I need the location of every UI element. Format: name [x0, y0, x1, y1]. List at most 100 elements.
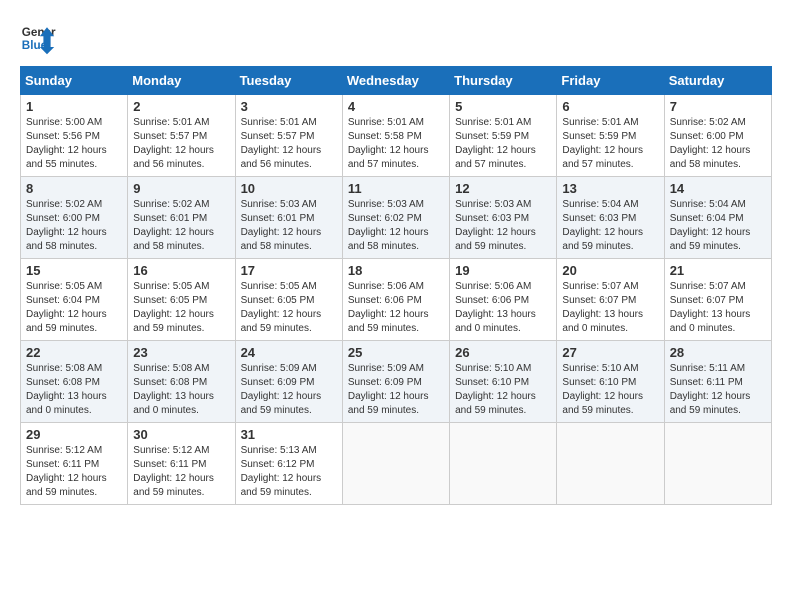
day-info: Sunrise: 5:01 AM Sunset: 5:57 PM Dayligh…	[241, 116, 337, 172]
day-info: Sunrise: 5:05 AM Sunset: 6:05 PM Dayligh…	[241, 280, 337, 336]
day-info: Sunrise: 5:02 AM Sunset: 6:00 PM Dayligh…	[26, 198, 122, 254]
calendar-cell: 18 Sunrise: 5:06 AM Sunset: 6:06 PM Dayli…	[342, 259, 449, 341]
day-number: 17	[241, 263, 337, 278]
day-number: 29	[26, 427, 122, 442]
day-info: Sunrise: 5:05 AM Sunset: 6:04 PM Dayligh…	[26, 280, 122, 336]
calendar-cell: 23 Sunrise: 5:08 AM Sunset: 6:08 PM Dayli…	[128, 341, 235, 423]
day-info: Sunrise: 5:04 AM Sunset: 6:04 PM Dayligh…	[670, 198, 766, 254]
logo: General Blue	[20, 20, 56, 56]
calendar-cell: 31 Sunrise: 5:13 AM Sunset: 6:12 PM Dayli…	[235, 423, 342, 505]
day-info: Sunrise: 5:05 AM Sunset: 6:05 PM Dayligh…	[133, 280, 229, 336]
calendar-cell: 27 Sunrise: 5:10 AM Sunset: 6:10 PM Dayli…	[557, 341, 664, 423]
day-info: Sunrise: 5:09 AM Sunset: 6:09 PM Dayligh…	[241, 362, 337, 418]
calendar-cell	[450, 423, 557, 505]
calendar-cell: 29 Sunrise: 5:12 AM Sunset: 6:11 PM Dayli…	[21, 423, 128, 505]
day-number: 10	[241, 181, 337, 196]
day-number: 25	[348, 345, 444, 360]
calendar-cell: 25 Sunrise: 5:09 AM Sunset: 6:09 PM Dayli…	[342, 341, 449, 423]
day-number: 21	[670, 263, 766, 278]
calendar-cell: 12Sunrise: 5:03 AM Sunset: 6:03 PM Dayli…	[450, 177, 557, 259]
calendar-table: SundayMondayTuesdayWednesdayThursdayFrid…	[20, 66, 772, 505]
day-info: Sunrise: 5:12 AM Sunset: 6:11 PM Dayligh…	[26, 444, 122, 500]
day-number: 31	[241, 427, 337, 442]
header-cell-thursday: Thursday	[450, 67, 557, 95]
calendar-cell: 20Sunrise: 5:07 AM Sunset: 6:07 PM Dayli…	[557, 259, 664, 341]
header-row: SundayMondayTuesdayWednesdayThursdayFrid…	[21, 67, 772, 95]
week-row-3: 22 Sunrise: 5:08 AM Sunset: 6:08 PM Dayli…	[21, 341, 772, 423]
calendar-cell: 15 Sunrise: 5:05 AM Sunset: 6:04 PM Dayli…	[21, 259, 128, 341]
calendar-cell: 17 Sunrise: 5:05 AM Sunset: 6:05 PM Dayli…	[235, 259, 342, 341]
day-info: Sunrise: 5:03 AM Sunset: 6:01 PM Dayligh…	[241, 198, 337, 254]
calendar-cell: 5 Sunrise: 5:01 AM Sunset: 5:59 PM Daylig…	[450, 95, 557, 177]
calendar-cell: 4 Sunrise: 5:01 AM Sunset: 5:58 PM Daylig…	[342, 95, 449, 177]
header-cell-monday: Monday	[128, 67, 235, 95]
day-info: Sunrise: 5:08 AM Sunset: 6:08 PM Dayligh…	[133, 362, 229, 418]
day-number: 8	[26, 181, 122, 196]
day-number: 27	[562, 345, 658, 360]
calendar-cell: 24 Sunrise: 5:09 AM Sunset: 6:09 PM Dayli…	[235, 341, 342, 423]
day-info: Sunrise: 5:10 AM Sunset: 6:10 PM Dayligh…	[455, 362, 551, 418]
day-info: Sunrise: 5:01 AM Sunset: 5:59 PM Dayligh…	[455, 116, 551, 172]
header-cell-tuesday: Tuesday	[235, 67, 342, 95]
day-info: Sunrise: 5:01 AM Sunset: 5:58 PM Dayligh…	[348, 116, 444, 172]
day-number: 6	[562, 99, 658, 114]
day-number: 24	[241, 345, 337, 360]
calendar-cell: 8 Sunrise: 5:02 AM Sunset: 6:00 PM Daylig…	[21, 177, 128, 259]
day-number: 7	[670, 99, 766, 114]
day-number: 2	[133, 99, 229, 114]
calendar-cell: 10 Sunrise: 5:03 AM Sunset: 6:01 PM Dayli…	[235, 177, 342, 259]
day-info: Sunrise: 5:13 AM Sunset: 6:12 PM Dayligh…	[241, 444, 337, 500]
day-number: 13	[562, 181, 658, 196]
calendar-cell: 22Sunrise: 5:08 AM Sunset: 6:08 PM Dayli…	[21, 341, 128, 423]
day-number: 12	[455, 181, 551, 196]
day-number: 19	[455, 263, 551, 278]
day-info: Sunrise: 5:10 AM Sunset: 6:10 PM Dayligh…	[562, 362, 658, 418]
day-number: 16	[133, 263, 229, 278]
day-info: Sunrise: 5:00 AM Sunset: 5:56 PM Dayligh…	[26, 116, 122, 172]
calendar-cell: 3 Sunrise: 5:01 AM Sunset: 5:57 PM Daylig…	[235, 95, 342, 177]
day-info: Sunrise: 5:01 AM Sunset: 5:57 PM Dayligh…	[133, 116, 229, 172]
day-number: 28	[670, 345, 766, 360]
day-info: Sunrise: 5:09 AM Sunset: 6:09 PM Dayligh…	[348, 362, 444, 418]
week-row-2: 15 Sunrise: 5:05 AM Sunset: 6:04 PM Dayli…	[21, 259, 772, 341]
calendar-cell: 30Sunrise: 5:12 AM Sunset: 6:11 PM Dayli…	[128, 423, 235, 505]
day-number: 22	[26, 345, 122, 360]
day-info: Sunrise: 5:02 AM Sunset: 6:00 PM Dayligh…	[670, 116, 766, 172]
day-number: 15	[26, 263, 122, 278]
day-info: Sunrise: 5:04 AM Sunset: 6:03 PM Dayligh…	[562, 198, 658, 254]
day-number: 4	[348, 99, 444, 114]
day-info: Sunrise: 5:11 AM Sunset: 6:11 PM Dayligh…	[670, 362, 766, 418]
calendar-cell: 16 Sunrise: 5:05 AM Sunset: 6:05 PM Dayli…	[128, 259, 235, 341]
header-cell-wednesday: Wednesday	[342, 67, 449, 95]
calendar-cell: 9 Sunrise: 5:02 AM Sunset: 6:01 PM Daylig…	[128, 177, 235, 259]
day-info: Sunrise: 5:06 AM Sunset: 6:06 PM Dayligh…	[348, 280, 444, 336]
calendar-cell	[664, 423, 771, 505]
day-number: 1	[26, 99, 122, 114]
calendar-cell: 7 Sunrise: 5:02 AM Sunset: 6:00 PM Daylig…	[664, 95, 771, 177]
header-cell-sunday: Sunday	[21, 67, 128, 95]
calendar-cell: 6 Sunrise: 5:01 AM Sunset: 5:59 PM Daylig…	[557, 95, 664, 177]
calendar-cell	[557, 423, 664, 505]
page-header: General Blue	[20, 20, 772, 56]
header-cell-saturday: Saturday	[664, 67, 771, 95]
calendar-cell: 28 Sunrise: 5:11 AM Sunset: 6:11 PM Dayli…	[664, 341, 771, 423]
week-row-0: 1 Sunrise: 5:00 AM Sunset: 5:56 PM Daylig…	[21, 95, 772, 177]
day-number: 3	[241, 99, 337, 114]
calendar-cell: 14Sunrise: 5:04 AM Sunset: 6:04 PM Dayli…	[664, 177, 771, 259]
day-info: Sunrise: 5:01 AM Sunset: 5:59 PM Dayligh…	[562, 116, 658, 172]
day-number: 5	[455, 99, 551, 114]
day-number: 9	[133, 181, 229, 196]
day-number: 11	[348, 181, 444, 196]
day-number: 23	[133, 345, 229, 360]
calendar-cell: 1 Sunrise: 5:00 AM Sunset: 5:56 PM Daylig…	[21, 95, 128, 177]
calendar-cell	[342, 423, 449, 505]
day-info: Sunrise: 5:03 AM Sunset: 6:02 PM Dayligh…	[348, 198, 444, 254]
day-info: Sunrise: 5:02 AM Sunset: 6:01 PM Dayligh…	[133, 198, 229, 254]
day-number: 18	[348, 263, 444, 278]
logo-icon: General Blue	[20, 20, 56, 56]
week-row-1: 8 Sunrise: 5:02 AM Sunset: 6:00 PM Daylig…	[21, 177, 772, 259]
calendar-cell: 13 Sunrise: 5:04 AM Sunset: 6:03 PM Dayli…	[557, 177, 664, 259]
day-number: 26	[455, 345, 551, 360]
calendar-cell: 19 Sunrise: 5:06 AM Sunset: 6:06 PM Dayli…	[450, 259, 557, 341]
day-info: Sunrise: 5:06 AM Sunset: 6:06 PM Dayligh…	[455, 280, 551, 336]
